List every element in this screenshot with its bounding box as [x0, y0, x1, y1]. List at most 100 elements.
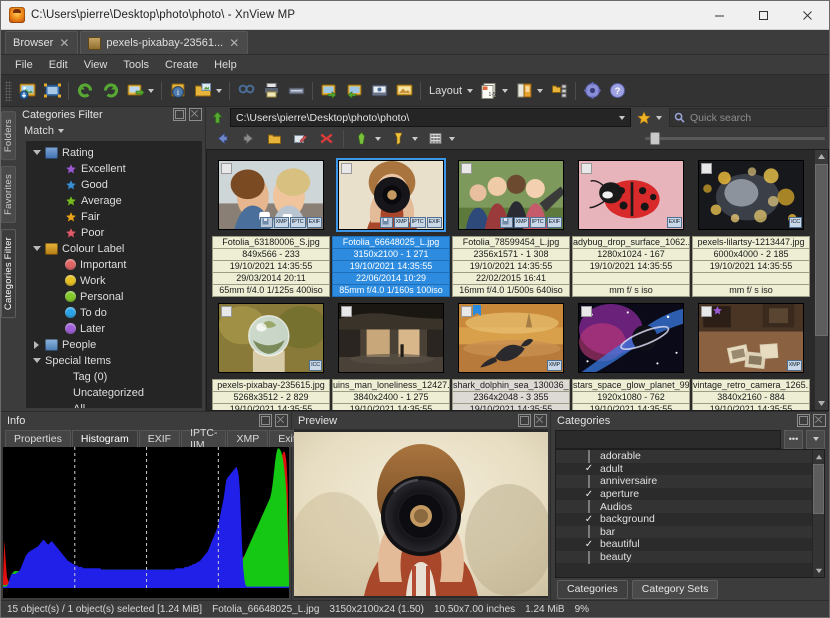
info-close-icon[interactable] [275, 414, 288, 427]
thumbnail-checkbox[interactable] [461, 306, 472, 317]
info-tab-xmp[interactable]: XMP [227, 430, 268, 447]
maximize-button[interactable] [741, 1, 785, 29]
thumbnail-image[interactable]: XMPIPTCEXIF [458, 160, 564, 230]
float-icon[interactable] [173, 108, 186, 121]
thumbnail-image-box[interactable] [572, 297, 690, 379]
filter-tree-item-to-do[interactable]: To do [26, 305, 202, 321]
thumbnail-cell[interactable]: stars_space_glow_planet_99..1920x1080 - … [571, 297, 691, 410]
thumbnail-image[interactable]: XMP [698, 303, 804, 373]
thumbnail-cell[interactable]: XMP shark_dolphin_sea_130036_..2364x2048 … [451, 297, 571, 410]
folder-compare-icon[interactable] [191, 79, 215, 103]
filter-tree-item-fair[interactable]: Fair [26, 209, 202, 225]
export-icon[interactable] [317, 79, 341, 103]
preview-close-icon[interactable] [534, 414, 547, 427]
chevron-down-icon[interactable] [33, 150, 41, 155]
print-icon[interactable] [259, 79, 283, 103]
search-icon[interactable] [234, 79, 258, 103]
tab-browser[interactable]: Browser ✕ [5, 31, 78, 54]
category-sets-button[interactable]: Category Sets [632, 580, 719, 599]
chevron-right-icon[interactable] [34, 341, 39, 349]
thumbnail-cell[interactable]: XMPIPTCEXIFFotolia_78599454_L.jpg2356x15… [451, 154, 571, 297]
thumbnail-metadata[interactable]: Fotolia_63180006_S.jpg849x566 - 23319/10… [212, 236, 330, 297]
filter-tree-item-uncategorized[interactable]: Uncategorized [26, 385, 202, 401]
new-folder-icon[interactable] [262, 127, 286, 151]
info-icon[interactable]: i [166, 79, 190, 103]
category-options-button[interactable] [806, 430, 825, 449]
info-tab-row[interactable]: PropertiesHistogramEXIFIPTC-IIMXMPExifTo… [1, 429, 291, 447]
preview-float-icon[interactable] [518, 414, 531, 427]
filter-tree-item-personal[interactable]: Personal [26, 289, 202, 305]
filter-tree-item-good[interactable]: Good [26, 177, 202, 193]
filter-tree-item-rating[interactable]: Rating [26, 145, 202, 161]
forward-icon[interactable] [236, 127, 260, 151]
slider-knob[interactable] [651, 133, 659, 144]
rail-tab-categories-filter[interactable]: Categories Filter [1, 229, 16, 318]
help-icon[interactable]: ? [605, 79, 629, 103]
info-tab-iptc-iim[interactable]: IPTC-IIM [181, 430, 226, 447]
preview-image[interactable] [294, 429, 548, 598]
category-checkbox[interactable] [582, 552, 596, 563]
info-float-icon[interactable] [259, 414, 272, 427]
category-row[interactable]: ✓beautiful [556, 538, 812, 551]
thumbnail-image-box[interactable]: XMP [452, 297, 570, 379]
toolbar-grip[interactable] [5, 81, 12, 101]
category-row[interactable]: ✓aperture [556, 488, 812, 501]
batch-convert-icon[interactable] [123, 79, 147, 103]
minimize-button[interactable] [697, 1, 741, 29]
slideshow-icon[interactable] [392, 79, 416, 103]
thumbnail-checkbox[interactable] [221, 163, 232, 174]
back-icon[interactable] [210, 127, 234, 151]
category-row[interactable]: ✓background [556, 513, 812, 526]
cat-scroll-down-icon[interactable] [812, 564, 825, 577]
thumbnail-image[interactable]: EXIF [578, 160, 684, 230]
layout-dropdown-icon[interactable] [467, 89, 473, 93]
sort-dropdown-icon[interactable] [412, 137, 418, 141]
chevron-down-icon[interactable] [33, 358, 41, 363]
tab-image-close-icon[interactable]: ✕ [228, 37, 240, 49]
thumbnail-grid[interactable]: XMPIPTCEXIF Fotolia_63180006_S.jpg849x566… [207, 150, 814, 410]
thumbnail-cell[interactable]: ICCpexels-pixabay-235615.jpg5268x3512 - … [211, 297, 331, 410]
thumbnail-checkbox[interactable] [461, 163, 472, 174]
thumbnail-metadata[interactable]: adybug_drop_surface_1062..1280x1024 - 16… [572, 236, 690, 297]
category-checkbox[interactable] [582, 476, 596, 487]
thumbnail-layout-dropdown-icon[interactable] [502, 89, 508, 93]
thumbnail-image[interactable]: ICC [698, 160, 804, 230]
scrollbar-thumb[interactable] [815, 164, 828, 336]
catalog-dropdown-icon[interactable] [537, 89, 543, 93]
thumbnail-cell[interactable]: ICCpexels-lilartsy-1213447.jpg6000x4000 … [691, 154, 811, 297]
categories-list[interactable]: adorable✓adultanniversaire✓apertureAudio… [556, 450, 812, 577]
thumbnail-cell[interactable]: XMPvintage_retro_camera_1265..3840x2160 … [691, 297, 811, 410]
thumbnail-image[interactable] [338, 303, 444, 373]
filter-tree-item-important[interactable]: Important [26, 257, 202, 273]
rail-tab-folders[interactable]: Folders [1, 111, 16, 160]
thumbnail-image-box[interactable]: EXIF [572, 154, 690, 236]
view-mode-dropdown-icon[interactable] [449, 137, 455, 141]
categories-float-icon[interactable] [797, 414, 810, 427]
scroll-down-icon[interactable] [815, 397, 828, 410]
sort-icon[interactable] [547, 79, 571, 103]
thumbnail-image-box[interactable] [332, 297, 450, 379]
thumbnail-checkbox[interactable] [581, 306, 592, 317]
menu-help[interactable]: Help [206, 57, 245, 73]
layout-label[interactable]: Layout [425, 85, 466, 97]
thumbnail-cell[interactable]: XMPIPTCEXIFFotolia_66648025_L.jpg3150x21… [331, 154, 451, 297]
thumbnail-checkbox[interactable] [221, 306, 232, 317]
categories-button[interactable]: Categories [557, 580, 628, 599]
thumbnail-image[interactable]: XMP [458, 303, 564, 373]
thumbnail-image-box[interactable]: XMPIPTCEXIF [452, 154, 570, 236]
category-checkbox[interactable] [582, 501, 596, 512]
fullscreen-icon[interactable] [40, 79, 64, 103]
up-arrow-icon[interactable] [208, 109, 226, 127]
categories-close-icon[interactable] [813, 414, 826, 427]
address-field[interactable]: C:\Users\pierre\Desktop\photo\photo\ [230, 108, 631, 127]
thumbnail-checkbox[interactable] [581, 163, 592, 174]
filter-tree-item-people[interactable]: People [26, 337, 202, 353]
open-image-icon[interactable] [15, 79, 39, 103]
filter-tree-item-colour-label[interactable]: Colour Label [26, 241, 202, 257]
thumbnail-cell[interactable]: XMPIPTCEXIFFotolia_63180006_S.jpg849x566… [211, 154, 331, 297]
chevron-down-icon[interactable] [33, 246, 41, 251]
categories-filter-tree[interactable]: RatingExcellentGoodAverageFairPoorColour… [26, 141, 202, 408]
menu-view[interactable]: View [76, 57, 116, 73]
filter-tree-item-average[interactable]: Average [26, 193, 202, 209]
thumbnail-metadata[interactable]: shark_dolphin_sea_130036_..2364x2048 - 3… [452, 379, 570, 410]
